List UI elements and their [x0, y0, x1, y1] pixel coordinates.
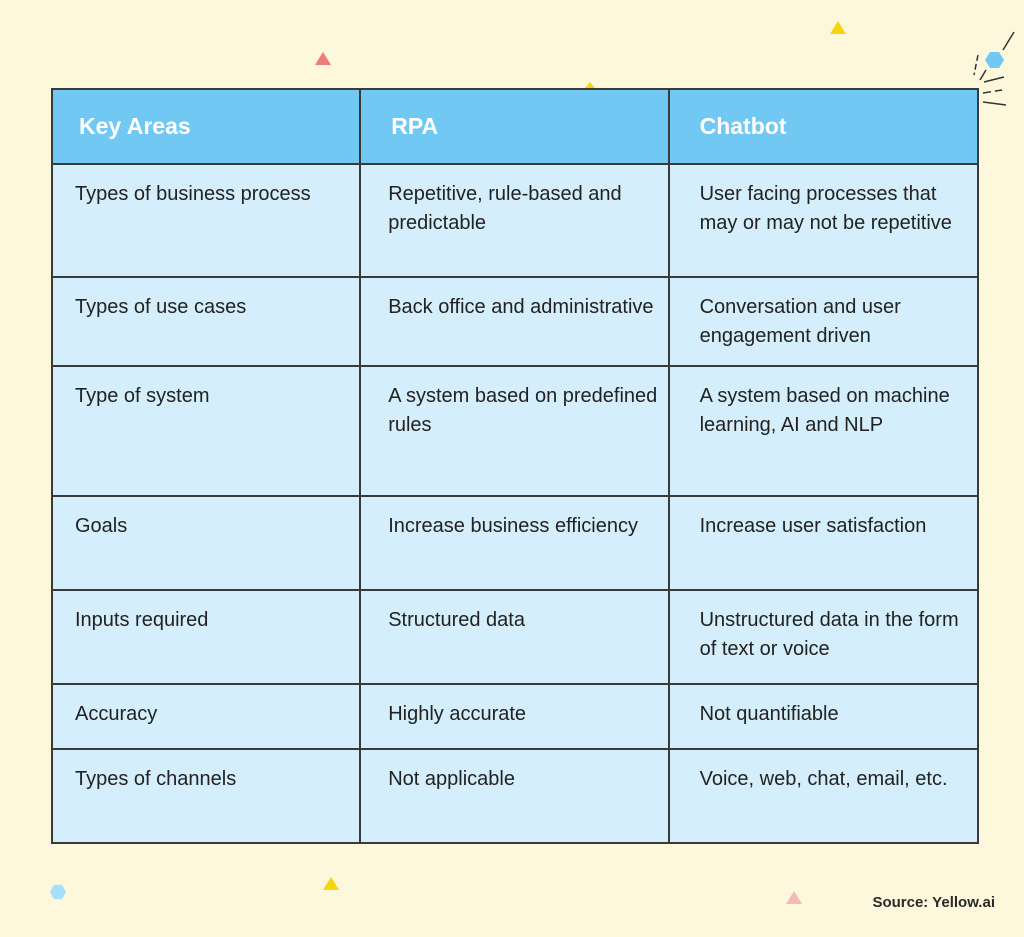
chatbot-cell: Unstructured data in the form of text or…: [667, 589, 980, 685]
comparison-table: Key Areas RPA Chatbot Types of business …: [50, 88, 980, 844]
rpa-cell: Repetitive, rule-based and predictable: [359, 163, 670, 278]
chatbot-cell: Not quantifiable: [667, 683, 980, 750]
table-row: Inputs required Structured data Unstruct…: [50, 589, 980, 685]
header-chatbot: Chatbot: [667, 88, 980, 165]
decorative-triangle-yellow: [830, 21, 846, 34]
chatbot-cell: Conversation and user engagement driven: [667, 276, 980, 367]
source-credit: Source: Yellow.ai: [872, 894, 995, 911]
table-row: Goals Increase business efficiency Incre…: [50, 495, 980, 591]
rpa-cell: Increase business efficiency: [359, 495, 670, 591]
rpa-cell: Structured data: [359, 589, 670, 685]
table-row: Types of use cases Back office and admin…: [50, 276, 980, 367]
key-area-cell: Types of business process: [50, 163, 362, 278]
key-area-cell: Types of use cases: [50, 276, 362, 367]
decorative-triangle-red: [315, 52, 331, 65]
key-area-cell: Goals: [50, 495, 362, 591]
chatbot-cell: Voice, web, chat, email, etc.: [667, 748, 980, 844]
table-row: Types of channels Not applicable Voice, …: [50, 748, 980, 844]
header-key-areas: Key Areas: [50, 88, 362, 165]
header-rpa: RPA: [359, 88, 670, 165]
table-row: Type of system A system based on predefi…: [50, 365, 980, 497]
chatbot-cell: A system based on machine learning, AI a…: [667, 365, 980, 497]
table-row: Accuracy Highly accurate Not quantifiabl…: [50, 683, 980, 750]
rpa-cell: Back office and administrative: [359, 276, 670, 367]
chatbot-cell: User facing processes that may or may no…: [667, 163, 980, 278]
decorative-hexagon-blue: [985, 52, 1004, 68]
key-area-cell: Type of system: [50, 365, 362, 497]
decorative-hexagon-light-blue: [50, 884, 66, 900]
key-area-cell: Types of channels: [50, 748, 362, 844]
decorative-triangle-yellow-bottom: [323, 877, 339, 890]
table-row: Types of business process Repetitive, ru…: [50, 163, 980, 278]
table-header-row: Key Areas RPA Chatbot: [50, 88, 980, 165]
key-area-cell: Accuracy: [50, 683, 362, 750]
rpa-cell: A system based on predefined rules: [359, 365, 670, 497]
chatbot-cell: Increase user satisfaction: [667, 495, 980, 591]
rpa-cell: Not applicable: [359, 748, 670, 844]
rpa-cell: Highly accurate: [359, 683, 670, 750]
key-area-cell: Inputs required: [50, 589, 362, 685]
decorative-triangle-pink: [786, 891, 802, 904]
